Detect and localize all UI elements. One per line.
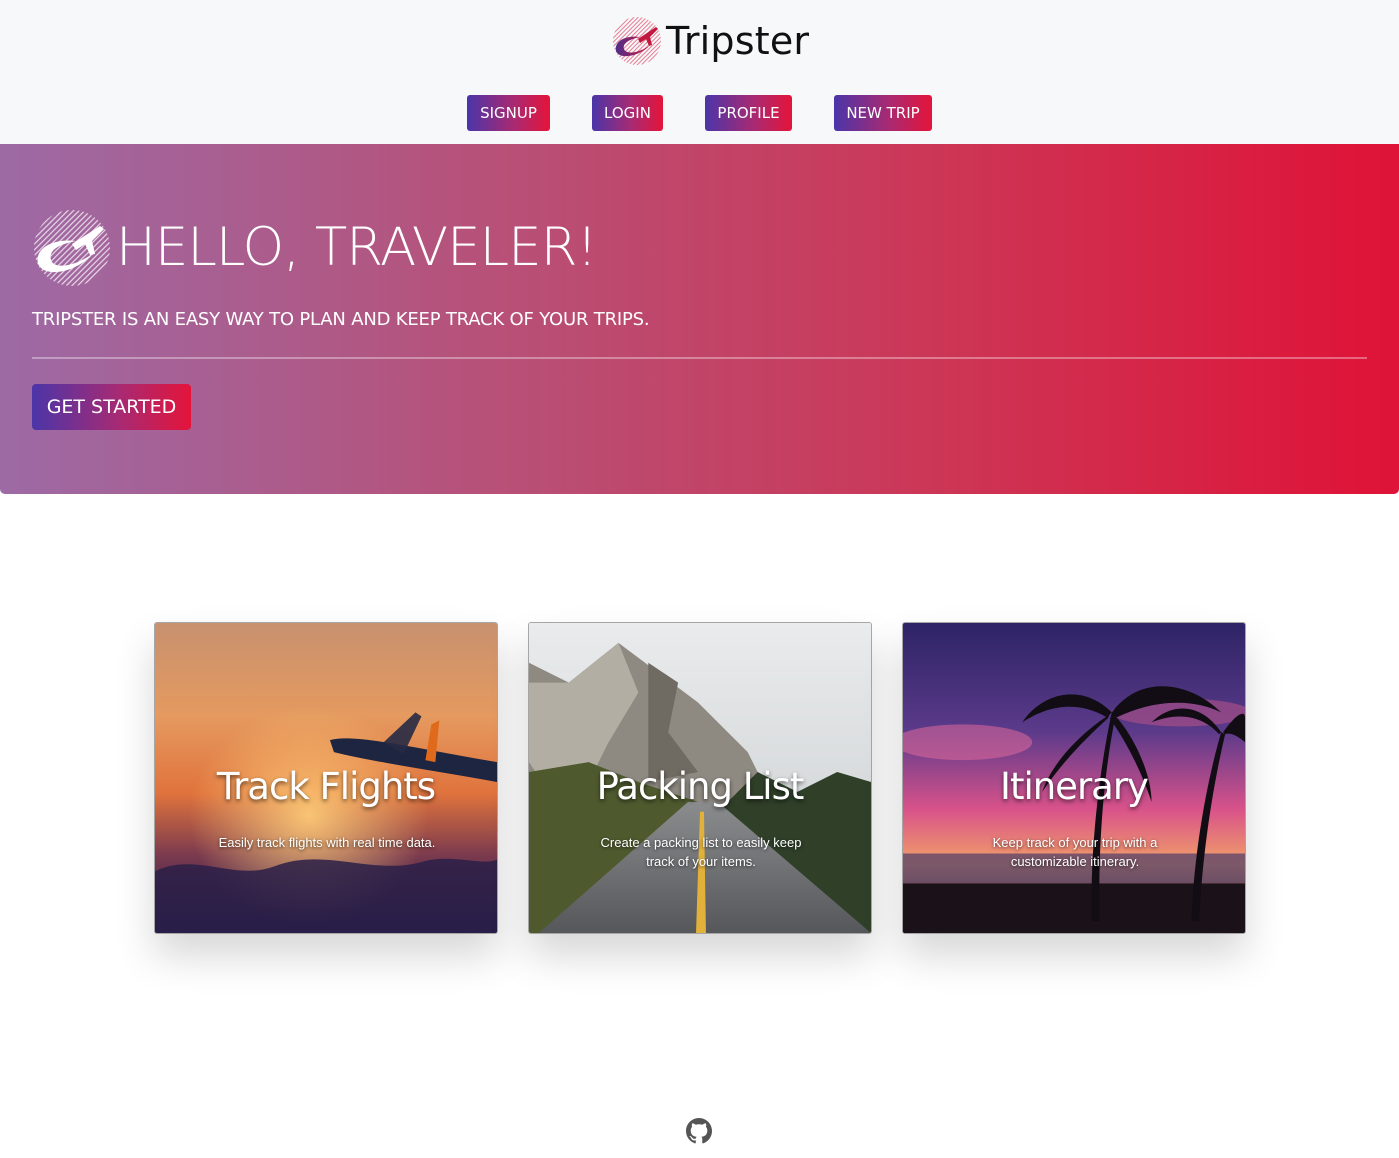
profile-button[interactable]: PROFILE — [705, 95, 792, 131]
card-title: Packing List — [596, 765, 805, 808]
itinerary-card[interactable]: Itinerary Keep track of your trip with a… — [902, 622, 1246, 934]
card-title: Itinerary — [1000, 765, 1149, 808]
airplane-logo-icon — [613, 17, 661, 65]
brand-name: Tripster — [666, 19, 810, 63]
divider — [32, 357, 1367, 359]
new-trip-button[interactable]: NEW TRIP — [834, 95, 932, 131]
card-text: Keep track of your trip with a customiza… — [992, 835, 1158, 869]
github-icon[interactable] — [686, 1118, 712, 1144]
login-button[interactable]: LOGIN — [592, 95, 663, 131]
top-bar: Tripster SIGNUP LOGIN PROFILE NEW TRIP — [0, 0, 1399, 144]
track-flights-card[interactable]: Track Flights Easily track flights with … — [154, 622, 498, 934]
hero-jumbotron: HELLO, TRAVELER! TRIPSTER IS AN EASY WAY… — [0, 144, 1399, 494]
main-nav: SIGNUP LOGIN PROFILE NEW TRIP — [0, 95, 1399, 131]
packing-list-card[interactable]: Packing List Create a packing list to ea… — [528, 622, 872, 934]
brand[interactable]: Tripster — [610, 14, 809, 68]
card-text: Create a packing list to easily keep tra… — [600, 835, 802, 869]
hero-title: HELLO, TRAVELER! — [116, 217, 598, 278]
card-text: Easily track flights with real time data… — [218, 835, 436, 850]
signup-button[interactable]: SIGNUP — [467, 95, 550, 131]
get-started-button[interactable]: GET STARTED — [32, 384, 191, 430]
airplane-logo-icon — [34, 210, 110, 286]
card-title: Track Flights — [216, 765, 436, 808]
hero-subtitle: TRIPSTER IS AN EASY WAY TO PLAN AND KEEP… — [32, 309, 650, 330]
